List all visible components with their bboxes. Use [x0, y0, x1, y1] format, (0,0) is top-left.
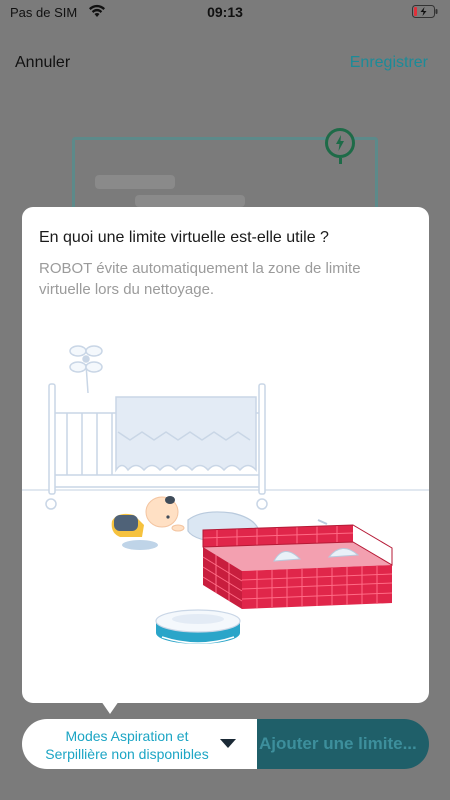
popup-title: En quoi une limite virtuelle est-elle ut… [39, 229, 329, 246]
restricted-zone-icon [202, 524, 393, 609]
map-room-area [95, 175, 175, 189]
mode-label-line2: Serpillière non disponibles [45, 746, 209, 762]
popup-description: ROBOT évite automatiquement la zone de l… [39, 260, 361, 298]
status-bar: Pas de SIM 09:13 [0, 0, 450, 26]
nav-bar: Annuler Enregistrer [0, 26, 450, 96]
cleaning-mode-dropdown[interactable]: Modes Aspiration et Serpillière non disp… [22, 719, 257, 769]
chevron-down-icon [220, 739, 236, 748]
robot-vacuum-icon [155, 609, 241, 644]
baby-icon [111, 496, 185, 550]
mode-label-line1: Modes Aspiration et [65, 728, 189, 744]
map-room-area [135, 195, 245, 207]
popup-pointer [101, 701, 119, 714]
charging-dock-icon [325, 128, 355, 164]
battery-charging-icon [412, 5, 438, 21]
bottom-action-bar: Modes Aspiration et Serpillière non disp… [22, 719, 429, 769]
fan-icon [69, 345, 103, 394]
virtual-boundary-illustration [22, 345, 429, 644]
mode-dropdown-label: Modes Aspiration et Serpillière non disp… [34, 727, 220, 763]
add-boundary-button[interactable]: Ajouter une limite... [257, 719, 429, 769]
save-button[interactable]: Enregistrer [350, 54, 428, 72]
cancel-button[interactable]: Annuler [15, 54, 70, 72]
info-popup: En quoi une limite virtuelle est-elle ut… [22, 207, 429, 703]
clock: 09:13 [207, 4, 243, 20]
